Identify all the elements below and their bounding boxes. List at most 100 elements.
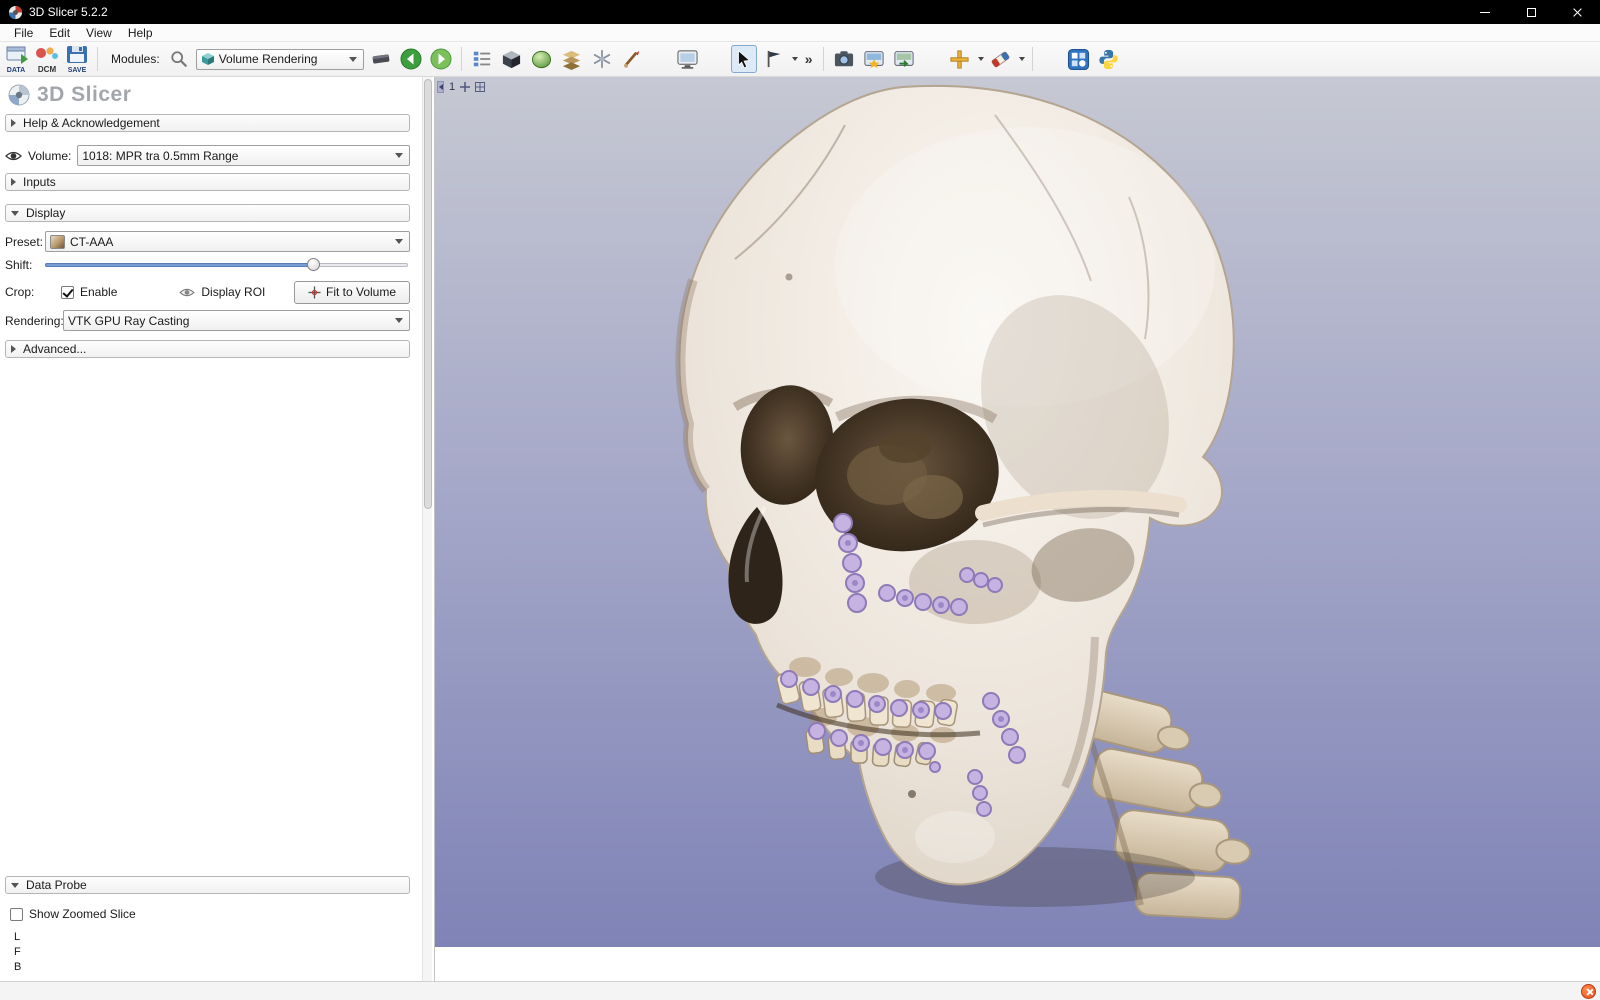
load-data-icon: DATA (4, 45, 30, 73)
layout-list-icon (472, 49, 492, 69)
panel-scrollbar[interactable] (422, 77, 432, 981)
view-layout-grid-icon[interactable] (475, 82, 485, 92)
panel-scrollbar-handle[interactable] (424, 79, 432, 509)
show-zoomed-slice-label: Show Zoomed Slice (29, 907, 136, 921)
preset-combobox[interactable]: CT-AAA (45, 231, 410, 252)
threed-view[interactable]: 1 (435, 77, 1600, 947)
modules-label: Modules: (111, 52, 160, 66)
section-data-probe[interactable]: Data Probe (5, 876, 410, 894)
snowflake-icon (592, 49, 612, 69)
place-markup-dropdown-icon[interactable] (792, 57, 798, 61)
menu-help[interactable]: Help (120, 24, 161, 41)
screenshot-button[interactable] (831, 45, 857, 73)
markups-dropdown-icon[interactable] (1019, 57, 1025, 61)
section-display-label: Display (26, 206, 65, 220)
monitor-capture-icon (676, 49, 699, 70)
menu-file[interactable]: File (6, 24, 41, 41)
display-roi-eye-icon[interactable] (179, 287, 195, 298)
section-inputs[interactable]: Inputs (5, 173, 410, 191)
shift-label: Shift: (5, 258, 45, 272)
maximize-button[interactable] (1508, 0, 1554, 24)
save-icon: SAVE (64, 45, 90, 73)
mouse-interaction-button[interactable] (731, 45, 757, 73)
fit-to-volume-button[interactable]: Fit to Volume (294, 281, 410, 304)
module-history-button[interactable] (368, 45, 394, 73)
section-inputs-label: Inputs (23, 175, 56, 189)
section-advanced[interactable]: Advanced... (5, 340, 410, 358)
history-back-button[interactable] (398, 45, 424, 73)
shift-slider-handle[interactable] (307, 258, 320, 271)
restore-view-icon (893, 49, 915, 69)
menubar: File Edit View Help (0, 24, 1600, 42)
module-panel: 3D Slicer Help & Acknowledgement Volume:… (0, 77, 435, 981)
layers-button[interactable] (559, 45, 585, 73)
module-selected-label: Volume Rendering (219, 52, 343, 66)
minimize-icon (1480, 12, 1490, 13)
view-pin-button[interactable] (437, 81, 444, 93)
place-markup-button[interactable] (761, 45, 787, 73)
section-data-probe-label: Data Probe (26, 878, 87, 892)
crop-enable-label: Enable (80, 285, 117, 299)
volume-visibility-eye-icon[interactable] (5, 150, 22, 162)
screen-capture-button[interactable] (675, 45, 701, 73)
history-back-icon (400, 48, 422, 70)
show-zoomed-slice-checkbox[interactable] (10, 908, 23, 921)
crop-enable-checkbox[interactable] (61, 286, 74, 299)
expanded-arrow-icon (11, 883, 19, 888)
chevron-down-icon (395, 318, 403, 323)
chevron-down-icon (395, 239, 403, 244)
rendering-value: VTK GPU Ray Casting (68, 314, 389, 328)
probe-row-b: B (14, 960, 410, 975)
shift-slider[interactable] (45, 258, 408, 272)
python-console-button[interactable] (1096, 45, 1122, 73)
crosshair-button[interactable] (947, 45, 973, 73)
crosshair-dropdown-icon[interactable] (978, 57, 984, 61)
history-forward-button[interactable] (428, 45, 454, 73)
volume-module-button[interactable] (529, 45, 555, 73)
collapsed-arrow-icon (11, 345, 16, 353)
preset-label: Preset: (5, 235, 45, 249)
toolbar-separator (1032, 47, 1033, 71)
markups-place-button[interactable] (988, 45, 1014, 73)
section-display[interactable]: Display (5, 204, 410, 222)
menu-view[interactable]: View (78, 24, 120, 41)
titlebar[interactable]: 3D Slicer 5.2.2 (0, 0, 1600, 24)
menu-edit[interactable]: Edit (41, 24, 78, 41)
section-advanced-label: Advanced... (23, 342, 86, 356)
minimize-button[interactable] (1462, 0, 1508, 24)
view-crosshair-icon[interactable] (460, 82, 470, 92)
extensions-manager-button[interactable] (1066, 45, 1092, 73)
annotate-button[interactable] (619, 45, 645, 73)
slicer-logo-icon (8, 84, 30, 106)
toolbar-separator (823, 47, 824, 71)
rendering-combobox[interactable]: VTK GPU Ray Casting (63, 310, 410, 331)
module-search-button[interactable] (166, 45, 192, 73)
skull-3d-render[interactable] (435, 77, 1600, 947)
error-log-button[interactable] (1581, 984, 1596, 999)
close-icon (1572, 7, 1583, 18)
toolbar-separator (97, 47, 98, 71)
dicom-button[interactable]: DCM (34, 45, 60, 73)
load-data-button[interactable]: DATA (4, 45, 30, 73)
registration-button[interactable] (589, 45, 615, 73)
brush-icon (622, 49, 642, 69)
volume-value: 1018: MPR tra 0.5mm Range (82, 149, 389, 163)
toolbar-overflow-button[interactable]: » (802, 51, 816, 67)
layout-selector-button[interactable] (469, 45, 495, 73)
scene-view-capture-button[interactable] (861, 45, 887, 73)
views-3d-button[interactable] (499, 45, 525, 73)
volume-combobox[interactable]: 1018: MPR tra 0.5mm Range (77, 145, 410, 166)
preset-thumbnail-icon (50, 235, 65, 249)
window-title: 3D Slicer 5.2.2 (29, 5, 108, 19)
volume-label: Volume: (28, 149, 71, 163)
main-toolbar: DATA DCM SAVE Modules: (0, 42, 1600, 77)
module-selector-combobox[interactable]: Volume Rendering (196, 49, 364, 70)
close-button[interactable] (1554, 0, 1600, 24)
view-controller-bar: 1 (437, 80, 485, 94)
scene-view-restore-button[interactable] (891, 45, 917, 73)
statusbar (0, 981, 1600, 1000)
flag-icon (765, 49, 783, 69)
section-help-acknowledgement[interactable]: Help & Acknowledgement (5, 114, 410, 132)
extensions-icon (1067, 48, 1090, 71)
save-button[interactable]: SAVE (64, 45, 90, 73)
